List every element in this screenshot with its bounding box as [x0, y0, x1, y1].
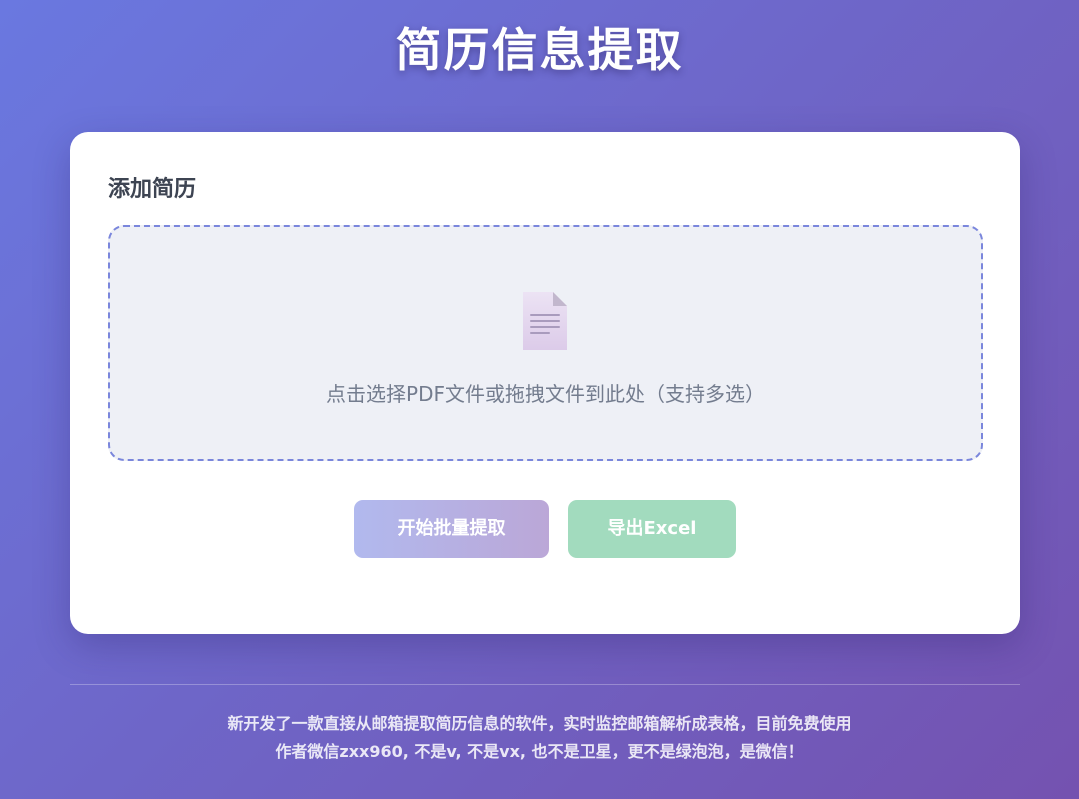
start-extract-button[interactable]: 开始批量提取 [354, 500, 549, 558]
footer-line-1: 新开发了一款直接从邮箱提取简历信息的软件，实时监控邮箱解析成表格，目前免费使用 [227, 714, 852, 733]
document-icon [523, 292, 567, 350]
page-title: 简历信息提取 [395, 23, 684, 77]
section-title: 添加简历 [108, 177, 197, 202]
dropzone-hint: 点击选择PDF文件或拖拽文件到此处（支持多选） [326, 382, 765, 406]
file-dropzone[interactable]: 点击选择PDF文件或拖拽文件到此处（支持多选） [108, 225, 983, 461]
footer-divider [70, 684, 1020, 685]
upload-card: 添加简历 点击选择PDF文件或拖拽文件到此处（支持多选） 开始批量提取 导出Ex… [70, 132, 1020, 634]
footer-notice: 新开发了一款直接从邮箱提取简历信息的软件，实时监控邮箱解析成表格，目前免费使用 … [0, 710, 1079, 766]
footer-line-2: 作者微信zxx960, 不是v, 不是vx, 也不是卫星，更不是绿泡泡，是微信！ [275, 742, 804, 761]
export-excel-button[interactable]: 导出Excel [568, 500, 736, 558]
